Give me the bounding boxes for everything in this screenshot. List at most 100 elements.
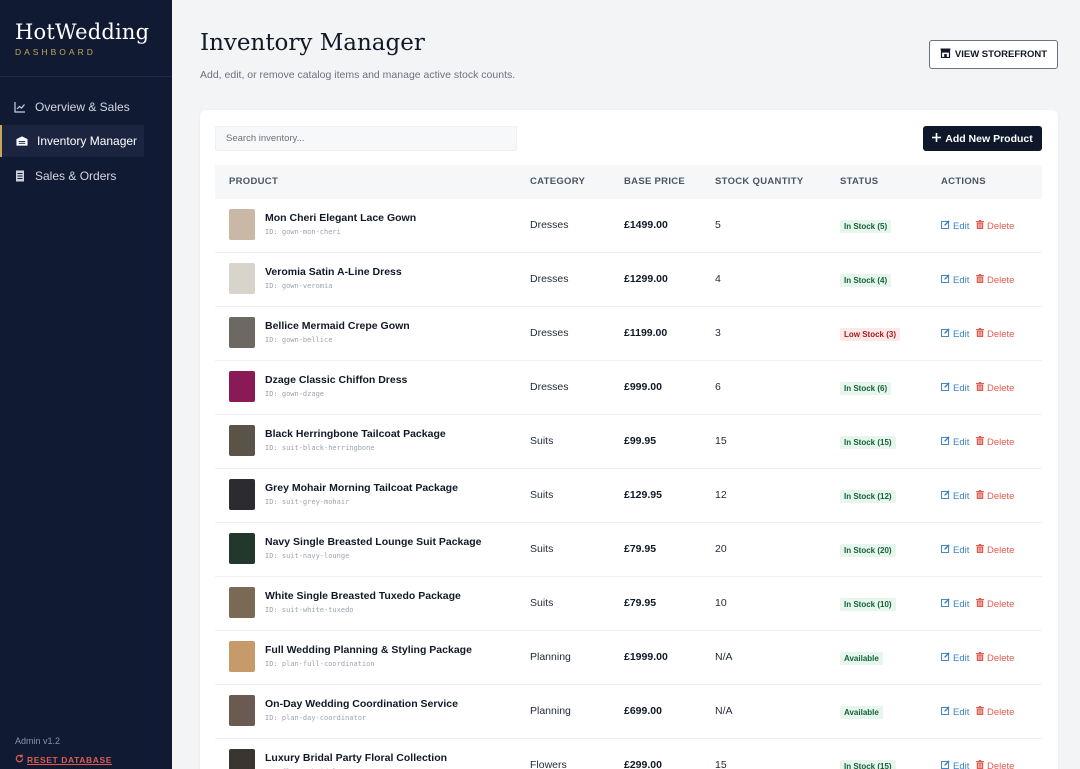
- sidebar-item-inventory-manager[interactable]: Inventory Manager: [0, 125, 144, 157]
- delete-button[interactable]: Delete: [976, 382, 1014, 394]
- status-badge: In Stock (15): [840, 436, 896, 449]
- edit-label: Edit: [953, 490, 970, 502]
- edit-label: Edit: [953, 544, 970, 556]
- delete-button[interactable]: Delete: [976, 544, 1014, 556]
- delete-button[interactable]: Delete: [976, 436, 1014, 448]
- trash-icon: [976, 328, 984, 340]
- trash-icon: [976, 598, 984, 610]
- edit-button[interactable]: Edit: [941, 436, 969, 448]
- column-header-category[interactable]: CATEGORY: [530, 176, 585, 187]
- delete-button[interactable]: Delete: [976, 760, 1014, 769]
- delete-label: Delete: [987, 706, 1015, 718]
- status-badge: In Stock (10): [840, 598, 896, 611]
- delete-label: Delete: [987, 274, 1015, 286]
- product-price: £299.00: [624, 759, 662, 769]
- status-badge: In Stock (15): [840, 760, 896, 769]
- column-header-base-price[interactable]: BASE PRICE: [624, 176, 685, 187]
- page-subtitle: Add, edit, or remove catalog items and m…: [200, 69, 516, 81]
- delete-button[interactable]: Delete: [976, 274, 1014, 286]
- edit-button[interactable]: Edit: [941, 652, 969, 664]
- product-stock-quantity: 15: [715, 435, 727, 447]
- product-category: Suits: [530, 489, 554, 501]
- delete-button[interactable]: Delete: [976, 652, 1014, 664]
- status-badge: In Stock (12): [840, 490, 896, 503]
- status-badge: Available: [840, 652, 883, 665]
- product-price: £1499.00: [624, 219, 668, 231]
- product-id: ID: gown-dzage: [265, 390, 325, 398]
- product-id: ID: plan-day-coordinator: [265, 714, 367, 722]
- sidebar: HotWedding DASHBOARD Overview & Sales In…: [0, 0, 172, 769]
- edit-button[interactable]: Edit: [941, 760, 969, 769]
- edit-icon: [941, 490, 950, 502]
- product-price: £99.95: [624, 435, 657, 447]
- table-row: Grey Mohair Morning Tailcoat Package ID: …: [215, 469, 1042, 523]
- view-storefront-label: VIEW STOREFRONT: [954, 49, 1048, 60]
- delete-button[interactable]: Delete: [976, 598, 1014, 610]
- product-price: £129.95: [624, 489, 662, 501]
- column-header-product[interactable]: PRODUCT: [229, 176, 278, 187]
- product-stock-quantity: 6: [715, 381, 721, 393]
- product-id: ID: gown-mon-cheri: [265, 228, 341, 236]
- product-thumbnail: [229, 641, 255, 672]
- status-badge: Available: [840, 706, 883, 719]
- product-price: £1999.00: [624, 651, 668, 663]
- delete-label: Delete: [987, 760, 1015, 769]
- edit-button[interactable]: Edit: [941, 274, 969, 286]
- delete-button[interactable]: Delete: [976, 706, 1014, 718]
- reset-database-link[interactable]: RESET DATABASE: [15, 754, 112, 765]
- delete-label: Delete: [987, 382, 1015, 394]
- edit-icon: [941, 706, 950, 718]
- product-thumbnail: [229, 749, 255, 769]
- delete-button[interactable]: Delete: [976, 220, 1014, 232]
- product-id: ID: suit-black-herringbone: [265, 444, 375, 452]
- product-name: Black Herringbone Tailcoat Package: [265, 428, 446, 440]
- table-row: Dzage Classic Chiffon Dress ID: gown-dzag…: [215, 361, 1042, 415]
- delete-button[interactable]: Delete: [976, 328, 1014, 340]
- product-price: £999.00: [624, 381, 662, 393]
- product-name: Mon Cheri Elegant Lace Gown: [265, 212, 417, 224]
- product-category: Dresses: [530, 219, 569, 231]
- product-id: ID: suit-grey-mohair: [265, 498, 350, 506]
- delete-button[interactable]: Delete: [976, 490, 1014, 502]
- product-thumbnail: [229, 209, 255, 240]
- product-thumbnail: [229, 317, 255, 348]
- edit-icon: [941, 436, 950, 448]
- edit-button[interactable]: Edit: [941, 598, 969, 610]
- delete-label: Delete: [987, 490, 1015, 502]
- edit-button[interactable]: Edit: [941, 706, 969, 718]
- sidebar-item-overview-sales[interactable]: Overview & Sales: [0, 91, 172, 123]
- product-name: Bellice Mermaid Crepe Gown: [265, 320, 410, 332]
- brand-name: HotWedding: [15, 20, 150, 44]
- edit-button[interactable]: Edit: [941, 544, 969, 556]
- store-icon: [940, 48, 951, 61]
- warehouse-icon: [16, 135, 28, 147]
- product-category: Suits: [530, 597, 554, 609]
- table-row: Bellice Mermaid Crepe Gown ID: gown-belli…: [215, 307, 1042, 361]
- edit-button[interactable]: Edit: [941, 382, 969, 394]
- product-name: Veromia Satin A-Line Dress: [265, 266, 402, 278]
- view-storefront-button[interactable]: VIEW STOREFRONT: [929, 40, 1058, 69]
- trash-icon: [976, 382, 984, 394]
- search-input[interactable]: [215, 126, 517, 151]
- edit-button[interactable]: Edit: [941, 220, 969, 232]
- edit-button[interactable]: Edit: [941, 328, 969, 340]
- product-stock-quantity: N/A: [715, 705, 733, 717]
- column-header-stock-quantity[interactable]: STOCK QUANTITY: [715, 176, 803, 187]
- column-header-status[interactable]: STATUS: [840, 176, 878, 187]
- product-category: Suits: [530, 435, 554, 447]
- sidebar-item-sales-orders[interactable]: Sales & Orders: [0, 160, 172, 192]
- inventory-card: Add New Product PRODUCT CATEGORY BASE PR…: [200, 110, 1058, 769]
- edit-label: Edit: [953, 652, 970, 664]
- sidebar-footer: Admin v1.2 RESET DATABASE: [15, 736, 112, 765]
- product-name: On-Day Wedding Coordination Service: [265, 698, 458, 710]
- edit-label: Edit: [953, 274, 970, 286]
- trash-icon: [976, 652, 984, 664]
- product-id: ID: suit-white-tuxedo: [265, 606, 354, 614]
- delete-label: Delete: [987, 544, 1015, 556]
- table-row: Mon Cheri Elegant Lace Gown ID: gown-mon-…: [215, 199, 1042, 253]
- edit-button[interactable]: Edit: [941, 490, 969, 502]
- version-label: Admin v1.2: [15, 736, 61, 746]
- sidebar-nav: Overview & Sales Inventory Manager Sales…: [0, 91, 172, 192]
- add-new-product-button[interactable]: Add New Product: [923, 126, 1042, 151]
- page-title: Inventory Manager: [200, 30, 425, 56]
